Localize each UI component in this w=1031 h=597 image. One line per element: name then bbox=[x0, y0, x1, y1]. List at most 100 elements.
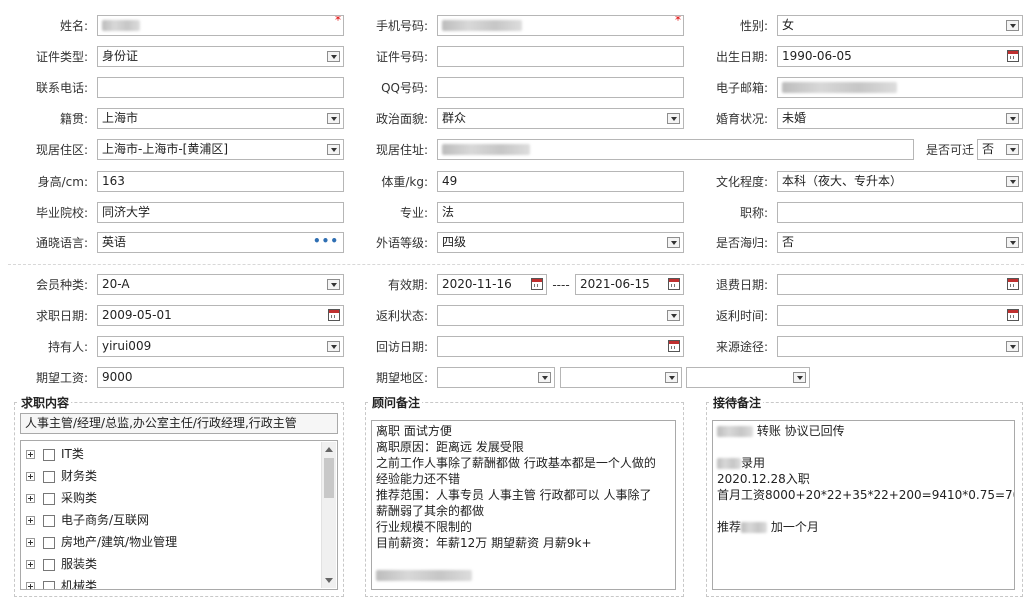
holder-select[interactable]: yirui009 bbox=[97, 336, 344, 357]
weight-input[interactable]: 49 bbox=[437, 171, 684, 192]
category-checkbox[interactable] bbox=[43, 558, 55, 571]
major-input[interactable]: 法 bbox=[437, 202, 684, 223]
name-label: 姓名: bbox=[59, 19, 88, 33]
category-checkbox[interactable] bbox=[43, 492, 55, 505]
residence-area-select[interactable]: 上海市-上海市-[黄浦区] bbox=[97, 139, 344, 160]
rebate-time-input[interactable] bbox=[777, 305, 1023, 326]
calendar-icon[interactable] bbox=[1007, 309, 1019, 321]
chevron-down-icon[interactable] bbox=[327, 341, 340, 352]
chevron-down-icon[interactable] bbox=[1006, 341, 1019, 352]
valid-start-input[interactable]: 2020-11-16 bbox=[437, 274, 547, 295]
returnee-select[interactable]: 否 bbox=[777, 232, 1023, 253]
email-input[interactable] bbox=[777, 77, 1023, 98]
calendar-icon[interactable] bbox=[668, 278, 680, 290]
expected-region-city-select[interactable] bbox=[560, 367, 682, 388]
refund-date-input[interactable] bbox=[777, 274, 1023, 295]
phone-field[interactable] bbox=[437, 15, 684, 36]
expected-region-province-select[interactable] bbox=[437, 367, 555, 388]
job-search-date-value: 2009-05-01 bbox=[102, 308, 172, 322]
id-type-select[interactable]: 身份证 bbox=[97, 46, 344, 67]
job-category-tree[interactable]: IT类 财务类 采购类 电子商务/互联网 房地产/建筑/物业管理 服装类 机械类 bbox=[20, 440, 338, 590]
tree-item-real-estate[interactable]: 房地产/建筑/物业管理 bbox=[26, 531, 177, 553]
chevron-down-icon[interactable] bbox=[327, 144, 340, 155]
source-select[interactable] bbox=[777, 336, 1023, 357]
chevron-down-icon[interactable] bbox=[327, 51, 340, 62]
chevron-down-icon[interactable] bbox=[667, 113, 680, 124]
member-type-select[interactable]: 20-A bbox=[97, 274, 344, 295]
redacted-phone bbox=[442, 20, 522, 31]
category-checkbox[interactable] bbox=[43, 470, 55, 483]
scroll-up-icon[interactable] bbox=[325, 447, 333, 452]
chevron-down-icon[interactable] bbox=[667, 237, 680, 248]
tree-item-apparel[interactable]: 服装类 bbox=[26, 553, 97, 575]
education-select[interactable]: 本科（夜大、专升本） bbox=[777, 171, 1023, 192]
chevron-down-icon[interactable] bbox=[1006, 237, 1019, 248]
expand-icon[interactable] bbox=[26, 450, 35, 459]
birth-date-input[interactable]: 1990-06-05 bbox=[777, 46, 1023, 67]
chevron-down-icon[interactable] bbox=[327, 113, 340, 124]
expand-icon[interactable] bbox=[26, 560, 35, 569]
chevron-down-icon[interactable] bbox=[1006, 176, 1019, 187]
expand-icon[interactable] bbox=[26, 494, 35, 503]
title-input[interactable] bbox=[777, 202, 1023, 223]
category-checkbox[interactable] bbox=[43, 514, 55, 527]
chevron-down-icon[interactable] bbox=[1006, 20, 1019, 31]
category-checkbox[interactable] bbox=[43, 536, 55, 549]
school-input[interactable]: 同济大学 bbox=[97, 202, 344, 223]
expand-icon[interactable] bbox=[26, 472, 35, 481]
category-checkbox[interactable] bbox=[43, 448, 55, 461]
chevron-down-icon[interactable] bbox=[1006, 113, 1019, 124]
language-level-select[interactable]: 四级 bbox=[437, 232, 684, 253]
expand-icon[interactable] bbox=[26, 538, 35, 547]
expand-icon[interactable] bbox=[26, 516, 35, 525]
chevron-down-icon[interactable] bbox=[538, 372, 551, 383]
residence-address-input[interactable] bbox=[437, 139, 914, 160]
tree-scrollbar[interactable] bbox=[321, 442, 336, 588]
category-checkbox[interactable] bbox=[43, 580, 55, 589]
expand-icon[interactable] bbox=[26, 582, 35, 589]
chevron-down-icon[interactable] bbox=[793, 372, 806, 383]
reception-notes-textarea[interactable]: 转账 协议已回传 录用 2020.12.28入职 首月工资8000+20*22+… bbox=[712, 420, 1015, 590]
job-search-date-input[interactable]: 2009-05-01 bbox=[97, 305, 344, 326]
calendar-icon[interactable] bbox=[1007, 50, 1019, 62]
valid-end-input[interactable]: 2021-06-15 bbox=[575, 274, 684, 295]
advisor-notes-textarea[interactable]: 离职 面试方便 离职原因：距离远 发展受限 之前工作人事除了薪酬都做 行政基本都… bbox=[371, 420, 676, 590]
reception-note-text: 转账 协议已回传 bbox=[756, 424, 845, 438]
scroll-thumb[interactable] bbox=[324, 458, 334, 498]
tree-item-machinery[interactable]: 机械类 bbox=[26, 575, 97, 589]
reception-note-text: 推荐 bbox=[717, 520, 742, 534]
expected-salary-input[interactable]: 9000 bbox=[97, 367, 344, 388]
revisit-date-input[interactable] bbox=[437, 336, 684, 357]
height-label: 身高/cm: bbox=[37, 175, 88, 189]
tree-item-it[interactable]: IT类 bbox=[26, 443, 84, 465]
calendar-icon[interactable] bbox=[1007, 278, 1019, 290]
political-status-select[interactable]: 群众 bbox=[437, 108, 684, 129]
height-input[interactable]: 163 bbox=[97, 171, 344, 192]
contact-phone-input[interactable] bbox=[97, 77, 344, 98]
ellipsis-icon[interactable]: ••• bbox=[313, 233, 339, 249]
chevron-down-icon[interactable] bbox=[665, 372, 678, 383]
relocatable-select[interactable]: 否 bbox=[977, 139, 1023, 160]
redacted-address bbox=[442, 144, 530, 155]
tree-item-purchasing[interactable]: 采购类 bbox=[26, 487, 97, 509]
rebate-status-select[interactable] bbox=[437, 305, 684, 326]
residence-area-label: 现居住区: bbox=[35, 143, 88, 157]
chevron-down-icon[interactable] bbox=[1006, 144, 1019, 155]
chevron-down-icon[interactable] bbox=[667, 310, 680, 321]
gender-select[interactable]: 女 bbox=[777, 15, 1023, 36]
calendar-icon[interactable] bbox=[668, 340, 680, 352]
scroll-down-icon[interactable] bbox=[325, 578, 333, 583]
qq-input[interactable] bbox=[437, 77, 684, 98]
calendar-icon[interactable] bbox=[328, 309, 340, 321]
marital-status-select[interactable]: 未婚 bbox=[777, 108, 1023, 129]
chevron-down-icon[interactable] bbox=[327, 279, 340, 290]
id-number-input[interactable] bbox=[437, 46, 684, 67]
language-input[interactable]: 英语 ••• bbox=[97, 232, 344, 253]
tree-item-ecommerce[interactable]: 电子商务/互联网 bbox=[26, 509, 149, 531]
tree-item-finance[interactable]: 财务类 bbox=[26, 465, 97, 487]
calendar-icon[interactable] bbox=[531, 278, 543, 290]
name-field[interactable] bbox=[97, 15, 344, 36]
expected-region-district-select[interactable] bbox=[686, 367, 810, 388]
native-place-select[interactable]: 上海市 bbox=[97, 108, 344, 129]
returnee-label: 是否海归: bbox=[715, 236, 768, 250]
